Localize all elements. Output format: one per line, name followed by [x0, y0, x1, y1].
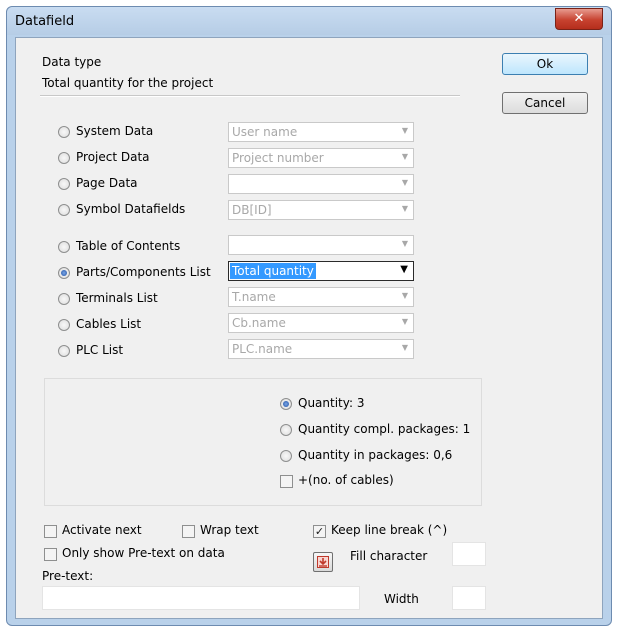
label-cables-list: Cables List [76, 317, 142, 331]
chevron-down-icon: ▼ [401, 152, 408, 161]
radio-parts-components-list[interactable] [58, 267, 70, 279]
checkmark-icon: ✓ [314, 525, 325, 538]
checkbox-activate-next[interactable] [44, 525, 57, 538]
label-only-show-pretext: Only show Pre-text on data [62, 546, 225, 560]
label-no-of-cables: +(no. of cables) [298, 473, 394, 487]
radio-project-data[interactable] [58, 152, 70, 164]
radio-table-of-contents[interactable] [58, 241, 70, 253]
window-title: Datafield [15, 14, 75, 29]
chevron-down-icon: ▼ [400, 264, 408, 275]
combo-symbol-datafields[interactable]: DB[ID] ▼ [228, 200, 414, 220]
label-quantity-in-packages: Quantity in packages: 0,6 [298, 448, 453, 462]
chevron-down-icon: ▼ [401, 317, 408, 326]
width-input[interactable] [452, 586, 486, 610]
checkbox-no-of-cables[interactable] [280, 475, 293, 488]
label-pre-text: Pre-text: [42, 569, 94, 583]
ok-button-label: Ok [536, 57, 554, 71]
close-icon: ✕ [573, 11, 585, 26]
combo-page-data[interactable]: ▼ [228, 174, 414, 194]
chevron-down-icon: ▼ [401, 204, 408, 213]
radio-system-data[interactable] [58, 126, 70, 138]
label-wrap-text: Wrap text [200, 523, 259, 537]
label-activate-next: Activate next [62, 523, 142, 537]
chevron-down-icon: ▼ [401, 126, 408, 135]
combo-system-data[interactable]: User name ▼ [228, 122, 414, 142]
datafield-dialog: Datafield ✕ Data type Total quantity for… [6, 6, 612, 626]
combo-plc-list-value: PLC.name [232, 342, 293, 356]
combo-cables-list[interactable]: Cb.name ▼ [228, 313, 414, 333]
fill-character-button[interactable] [313, 552, 333, 572]
label-project-data: Project Data [76, 150, 150, 164]
chevron-down-icon: ▼ [401, 178, 408, 187]
combo-terminals-list-value: T.name [232, 290, 276, 304]
label-fill-character: Fill character [350, 549, 428, 563]
title-bar[interactable]: Datafield ✕ [7, 7, 611, 35]
radio-quantity-in-packages[interactable] [280, 450, 292, 462]
label-table-of-contents: Table of Contents [76, 239, 181, 253]
pre-text-input[interactable] [42, 586, 360, 610]
label-quantity-compl-packages: Quantity compl. packages: 1 [298, 422, 471, 436]
combo-project-data-value: Project number [232, 151, 324, 165]
chevron-down-icon: ▼ [401, 291, 408, 300]
label-page-data: Page Data [76, 176, 138, 190]
combo-parts-components-list-value: Total quantity [230, 263, 316, 279]
chevron-down-icon: ▼ [401, 239, 408, 248]
combo-system-data-value: User name [232, 125, 298, 139]
label-plc-list: PLC List [76, 343, 124, 357]
checkbox-only-show-pretext[interactable] [44, 548, 57, 561]
combo-parts-components-list[interactable]: Total quantity ▼ [228, 261, 414, 281]
radio-cables-list[interactable] [58, 319, 70, 331]
fill-character-input[interactable] [452, 542, 486, 566]
combo-cables-list-value: Cb.name [232, 316, 286, 330]
cancel-button[interactable]: Cancel [502, 92, 588, 114]
label-keep-line-break: Keep line break (^) [331, 523, 448, 537]
divider [40, 95, 460, 97]
combo-symbol-datafields-value: DB[ID] [232, 203, 272, 217]
radio-page-data[interactable] [58, 178, 70, 190]
combo-terminals-list[interactable]: T.name ▼ [228, 287, 414, 307]
radio-quantity-compl-packages[interactable] [280, 424, 292, 436]
combo-project-data[interactable]: Project number ▼ [228, 148, 414, 168]
label-system-data: System Data [76, 124, 154, 138]
radio-quantity[interactable] [280, 398, 292, 410]
close-button[interactable]: ✕ [555, 8, 603, 30]
dialog-client-area: Data type Total quantity for the project… [15, 37, 603, 619]
data-type-description: Total quantity for the project [42, 76, 214, 90]
radio-terminals-list[interactable] [58, 293, 70, 305]
quantity-group [44, 378, 482, 506]
combo-plc-list[interactable]: PLC.name ▼ [228, 339, 414, 359]
label-quantity: Quantity: 3 [298, 396, 365, 410]
label-parts-components-list: Parts/Components List [76, 265, 211, 279]
label-symbol-datafields: Symbol Datafields [76, 202, 186, 216]
checkbox-keep-line-break[interactable]: ✓ [313, 525, 326, 538]
radio-symbol-datafields[interactable] [58, 204, 70, 216]
data-type-heading: Data type [42, 55, 102, 69]
ok-button[interactable]: Ok [502, 53, 588, 75]
label-width: Width [384, 592, 419, 606]
chevron-down-icon: ▼ [401, 343, 408, 352]
radio-plc-list[interactable] [58, 345, 70, 357]
label-terminals-list: Terminals List [76, 291, 158, 305]
fill-down-arrow-icon [317, 556, 329, 568]
cancel-button-label: Cancel [524, 96, 566, 110]
checkbox-wrap-text[interactable] [182, 525, 195, 538]
combo-table-of-contents[interactable]: ▼ [228, 235, 414, 255]
